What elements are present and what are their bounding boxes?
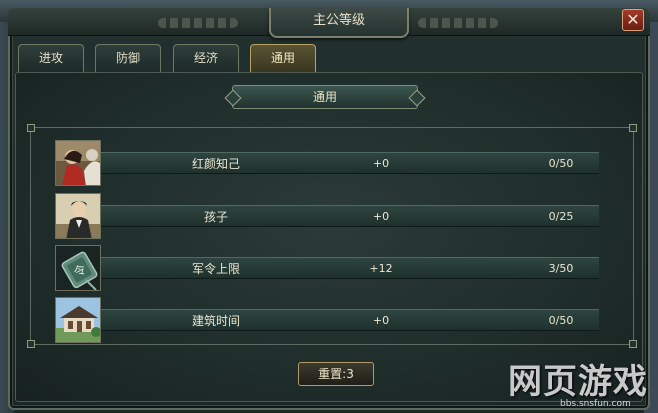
attribute-name: 红颜知己 [191,157,240,171]
section-header: 通用 [232,85,418,109]
beauty-portrait-icon [55,140,101,186]
attribute-bonus: +0 [372,314,390,327]
window-title: 主公等级 [269,8,409,38]
attribute-level: 0/25 [548,210,574,223]
attribute-name: 建筑时间 [191,314,240,328]
title-bar[interactable]: 主公等级 [8,8,650,38]
frame-corner [27,124,35,132]
tab-general[interactable]: 通用 [250,44,316,72]
attribute-bonus: +0 [372,157,390,170]
building-icon [55,297,101,343]
tab-economy[interactable]: 经济 [173,44,239,72]
title-ornament-left [158,18,238,28]
close-button[interactable]: ✕ [622,9,644,31]
frame-corner [629,340,637,348]
frame-corner [27,340,35,348]
title-ornament-right [418,18,498,28]
attribute-bonus: +12 [369,262,393,275]
attribute-bar: 孩子 +0 0/25 [101,205,599,227]
attribute-row-child[interactable]: 孩子 +0 0/25 [55,193,623,241]
child-portrait-icon [55,193,101,239]
attribute-bar: 红颜知己 +0 0/50 [101,152,599,174]
attribute-bar: 建筑时间 +0 0/50 [101,309,599,331]
frame-corner [629,124,637,132]
attribute-name: 军令上限 [191,262,240,276]
attribute-bar: 军令上限 +12 3/50 [101,257,599,279]
attribute-row-beauty[interactable]: 红颜知己 +0 0/50 [55,140,623,188]
attribute-row-command-limit[interactable]: 令 军令上限 +12 3/50 [55,245,623,293]
tab-attack[interactable]: 进攻 [18,44,84,72]
tab-defense[interactable]: 防御 [95,44,161,72]
attribute-row-build-time[interactable]: 建筑时间 +0 0/50 [55,297,623,345]
command-token-icon: 令 [55,245,101,291]
attribute-bonus: +0 [372,210,390,223]
attribute-level: 3/50 [548,262,574,275]
reset-button[interactable]: 重置:3 [298,362,374,386]
close-icon: ✕ [626,10,640,29]
attribute-level: 0/50 [548,157,574,170]
watermark-url: bbs.snsfun.com [560,399,631,409]
attribute-level: 0/50 [548,314,574,327]
attribute-name: 孩子 [203,210,228,224]
